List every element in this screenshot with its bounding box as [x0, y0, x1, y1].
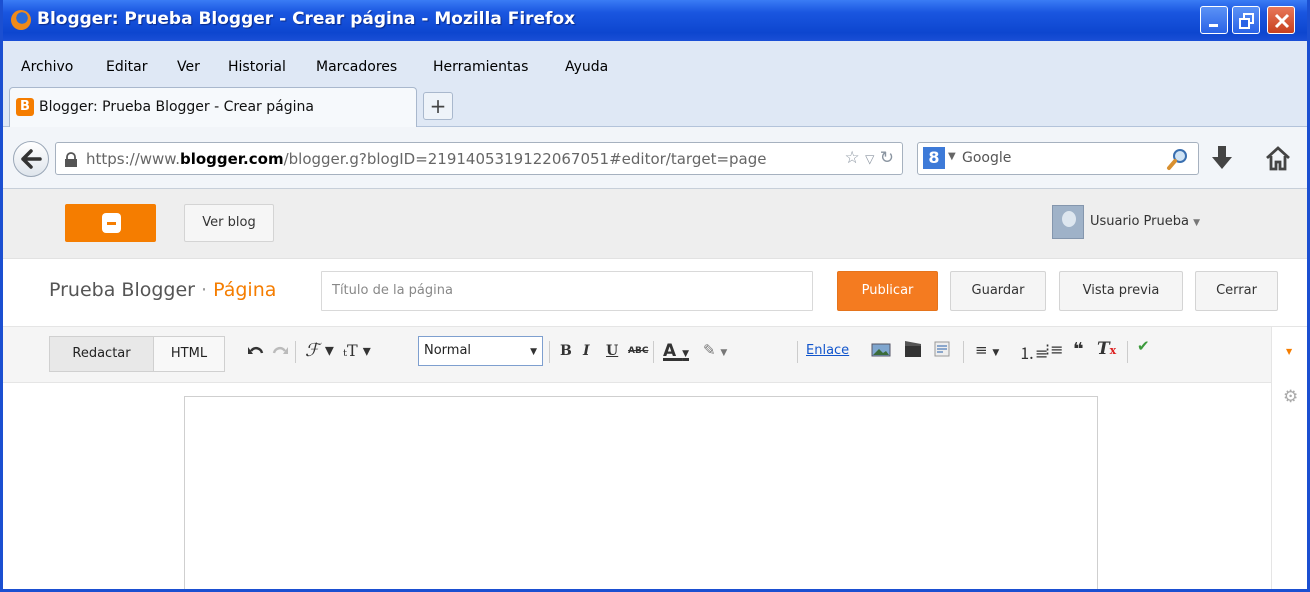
search-engine-icon[interactable]: 8 — [923, 147, 945, 169]
insert-video-icon[interactable] — [903, 339, 923, 359]
firefox-logo-icon — [11, 10, 31, 30]
lock-icon — [65, 152, 77, 167]
strikethrough-button[interactable]: ABC — [628, 346, 648, 356]
underline-button[interactable]: U — [606, 343, 618, 359]
preview-button[interactable]: Vista previa — [1059, 271, 1183, 311]
toolbar-separator — [797, 341, 798, 363]
menu-editar[interactable]: Editar — [106, 59, 147, 75]
align-icon[interactable]: ≡ ▼ — [975, 341, 999, 359]
url-text: https://www.blogger.com/blogger.g?blogID… — [86, 150, 767, 168]
back-arrow-icon — [21, 149, 42, 169]
navigation-toolbar: https://www.blogger.com/blogger.g?blogID… — [3, 127, 1307, 189]
gear-icon[interactable]: ⚙ — [1283, 387, 1298, 407]
avatar[interactable] — [1052, 205, 1084, 239]
remove-formatting-icon[interactable]: Tx — [1097, 339, 1116, 359]
search-icon[interactable] — [1166, 147, 1190, 171]
close-window-button[interactable] — [1267, 6, 1295, 34]
close-icon — [1274, 13, 1290, 29]
redo-icon[interactable] — [271, 343, 289, 359]
tab-title: Blogger: Prueba Blogger - Crear página — [39, 99, 314, 115]
menu-historial[interactable]: Historial — [228, 59, 286, 75]
menu-marcadores[interactable]: Marcadores — [316, 59, 397, 75]
insert-image-icon[interactable] — [871, 342, 891, 358]
history-dropdown-icon[interactable]: ▽ — [865, 152, 874, 166]
editor-toolbar: Redactar HTML ℱ ▾ ₜT ▾ Normal ▼ B I U AB… — [3, 327, 1271, 383]
search-placeholder: Google — [962, 150, 1012, 166]
bulleted-list-icon[interactable]: ⁝≡ — [1045, 340, 1064, 359]
toolbar-separator — [549, 341, 550, 363]
editor-canvas — [3, 383, 1271, 589]
blogger-logo-icon — [102, 213, 121, 233]
italic-button[interactable]: I — [583, 343, 590, 359]
minimize-button[interactable] — [1200, 6, 1228, 34]
window-title: Blogger: Prueba Blogger - Crear página -… — [37, 9, 576, 29]
numbered-list-icon[interactable]: ⒈≡ — [1019, 340, 1048, 364]
home-icon[interactable] — [1265, 145, 1291, 171]
menu-herramientas[interactable]: Herramientas — [433, 59, 528, 75]
link-button[interactable]: Enlace — [806, 343, 849, 358]
blogger-page: Ver blog Usuario Prueba ▼ Prueba Blogger… — [3, 189, 1307, 589]
menu-ayuda[interactable]: Ayuda — [565, 59, 608, 75]
search-engine-dropdown-icon[interactable]: ▼ — [948, 151, 956, 162]
back-button[interactable] — [13, 141, 49, 177]
user-name[interactable]: Usuario Prueba ▼ — [1090, 214, 1200, 229]
html-mode-tab[interactable]: HTML — [153, 336, 225, 372]
toolbar-separator — [1127, 341, 1128, 363]
insert-jump-break-icon[interactable] — [933, 340, 951, 358]
page-title-input[interactable]: Título de la página — [321, 271, 813, 311]
menu-archivo[interactable]: Archivo — [21, 59, 73, 75]
tab-strip: B Blogger: Prueba Blogger - Crear página… — [3, 84, 1307, 127]
user-menu-caret-icon: ▼ — [1193, 218, 1201, 228]
reload-icon[interactable]: ↻ — [880, 148, 894, 168]
breadcrumb: Prueba Blogger · Página — [49, 279, 276, 301]
bookmark-star-icon[interactable]: ☆ — [844, 148, 859, 168]
settings-collapse-icon[interactable]: ▼ — [1286, 347, 1292, 356]
title-bar: Blogger: Prueba Blogger - Crear página -… — [3, 0, 1307, 41]
blogger-favicon-icon: B — [16, 98, 34, 116]
save-button[interactable]: Guardar — [950, 271, 1046, 311]
blogger-logo-button[interactable] — [65, 204, 156, 242]
compose-mode-tab[interactable]: Redactar — [49, 336, 154, 372]
toolbar-separator — [963, 341, 964, 363]
text-color-icon[interactable]: A ▼ — [663, 341, 689, 361]
chevron-down-icon: ▼ — [530, 347, 537, 357]
font-family-icon[interactable]: ℱ ▾ — [305, 340, 334, 361]
post-settings-panel: ▼ ⚙ — [1271, 327, 1307, 589]
ver-blog-button[interactable]: Ver blog — [184, 204, 274, 242]
close-button[interactable]: Cerrar — [1195, 271, 1278, 311]
search-box[interactable]: 8 ▼ Google — [917, 142, 1199, 175]
page-editor-header: Prueba Blogger · Página Título de la pág… — [3, 259, 1307, 327]
undo-icon[interactable] — [247, 343, 265, 359]
quote-icon[interactable]: ❝ — [1073, 339, 1084, 360]
blogger-header: Ver blog Usuario Prueba ▼ — [3, 189, 1307, 259]
paragraph-format-select[interactable]: Normal ▼ — [418, 336, 543, 366]
blog-name: Prueba Blogger — [49, 279, 195, 301]
font-size-icon[interactable]: ₜT ▾ — [343, 341, 371, 360]
publish-button[interactable]: Publicar — [837, 271, 938, 311]
menu-bar: Archivo Editar Ver Historial Marcadores … — [3, 41, 1307, 84]
toolbar-separator — [653, 341, 654, 363]
address-bar[interactable]: https://www.blogger.com/blogger.g?blogID… — [55, 142, 903, 175]
bold-button[interactable]: B — [560, 343, 572, 359]
toolbar-separator — [295, 341, 296, 363]
restore-icon — [1239, 13, 1254, 29]
firefox-window: Blogger: Prueba Blogger - Crear página -… — [0, 0, 1310, 592]
section-name: Página — [213, 279, 277, 301]
menu-ver[interactable]: Ver — [177, 59, 200, 75]
maximize-button[interactable] — [1232, 6, 1260, 34]
download-icon[interactable] — [1211, 145, 1233, 171]
editor-content-area[interactable] — [184, 396, 1098, 589]
url-bar-icons: ☆ ▽ ↻ — [844, 148, 894, 168]
spellcheck-icon[interactable]: ✔ — [1137, 337, 1150, 355]
tab-blogger[interactable]: B Blogger: Prueba Blogger - Crear página — [9, 87, 417, 127]
breadcrumb-separator: · — [201, 279, 208, 301]
minimize-icon — [1209, 24, 1218, 27]
new-tab-button[interactable]: + — [423, 92, 453, 120]
highlight-color-icon[interactable]: ✎ ▼ — [703, 341, 727, 359]
